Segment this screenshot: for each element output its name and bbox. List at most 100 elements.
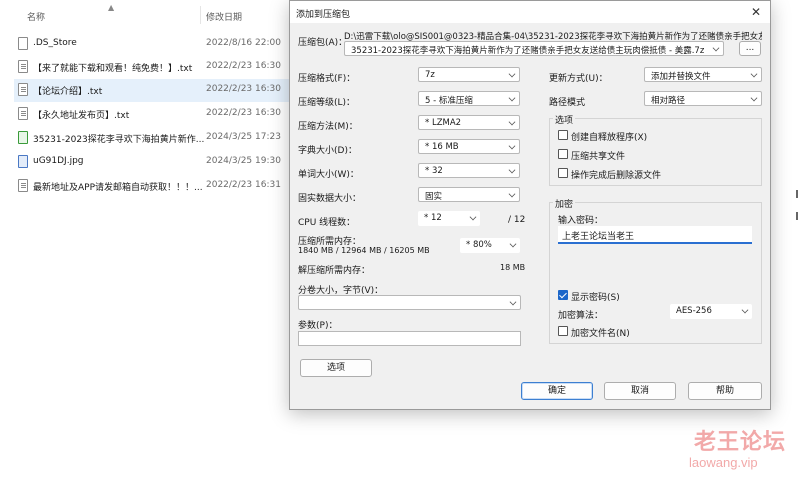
method-select[interactable]: * LZMA2 [418,115,520,130]
sfx-label: 创建自释放程序(X) [571,133,648,143]
solid-block-label: 固实数据大小： [298,194,362,204]
cancel-button[interactable]: 取消 [604,382,676,400]
path-mode-value: 相对路径 [651,96,686,106]
file-row[interactable]: .DS_Store 2022/8/16 22:00 [14,33,290,56]
shared-files-label: 压缩共享文件 [571,152,626,162]
path-mode-label: 路径模式 [549,98,586,108]
file-row[interactable]: uG91DJ.jpg 2024/3/25 19:30 [14,151,290,174]
chevron-down-icon [469,213,477,221]
chevron-down-icon [741,306,749,314]
update-mode-select[interactable]: 添加并替换文件 [644,67,762,82]
archive-label: 压缩包(A)： [298,38,348,48]
text-file-icon [18,83,28,96]
file-row[interactable]: 【来了就能下载和观看！纯免费！】.txt 2022/2/23 16:30 [14,56,290,79]
options-button[interactable]: 选项 [300,359,372,377]
compress-memory-detail: 1840 MB / 12964 MB / 16205 MB [298,246,430,255]
file-row[interactable]: 最新地址及APP请发邮箱自动获取！！！... 2022/2/23 16:31 [14,175,290,198]
file-date: 2022/8/16 22:00 [206,38,281,48]
update-mode-label: 更新方式(U)： [549,74,608,84]
encryption-method-select[interactable]: AES-256 [670,304,752,319]
sfx-checkbox[interactable] [558,130,568,140]
encryption-group-title: 加密 [553,197,576,210]
memory-usage-select[interactable]: * 80% [460,238,520,253]
file-name: 【永久地址发布页】.txt [33,111,130,121]
executable-icon [18,131,28,144]
file-name: 最新地址及APP请发邮箱自动获取！！！... [33,183,203,193]
dialog-title: 添加到压缩包 [296,10,351,20]
file-date: 2022/2/23 16:30 [206,61,281,71]
cpu-threads-select[interactable]: * 12 [418,211,480,226]
archive-filename-combo[interactable]: 35231-2023探花李寻欢下海拍黄片新作为了还赌债亲手把女友送给债主玩肉偿抵… [344,41,724,56]
side-panel-edge [770,0,800,478]
column-header-modified[interactable]: 修改日期 [206,10,242,23]
sort-up-icon[interactable]: ▲ [108,3,114,12]
format-value: 7z [425,70,435,80]
level-label: 压缩等级(L)： [298,98,356,108]
add-to-archive-dialog: 添加到压缩包 ✕ 压缩包(A)： D:\迅雷下载\olo@SIS001@0323… [289,0,771,410]
chevron-down-icon [750,70,758,78]
delete-after-label: 操作完成后删除源文件 [571,171,662,181]
dictionary-select[interactable]: * 16 MB [418,139,520,154]
delete-after-checkbox[interactable] [558,168,568,178]
options-group-title: 选项 [553,113,576,126]
ok-button[interactable]: 确定 [521,382,593,400]
file-date: 2022/2/23 16:30 [206,108,281,118]
file-date: 2024/3/25 19:30 [206,156,281,166]
file-icon [18,37,28,50]
column-divider[interactable] [200,6,201,24]
path-mode-select[interactable]: 相对路径 [644,91,762,106]
image-file-icon [18,155,28,168]
encrypt-filenames-label: 加密文件名(N) [571,329,630,339]
solid-block-select[interactable]: 固实 [418,187,520,202]
chevron-down-icon [750,94,758,102]
browse-button[interactable]: ... [739,41,761,56]
chevron-down-icon [508,94,516,102]
chevron-down-icon [508,142,516,150]
password-value: 上老王论坛当老王 [562,232,635,242]
file-row[interactable]: 35231-2023探花李寻欢下海拍黄片新作... 2024/3/25 17:2… [14,127,290,150]
text-file-icon [18,60,28,73]
chevron-down-icon [508,118,516,126]
dialog-titlebar[interactable]: 添加到压缩包 ✕ [290,1,770,23]
cpu-threads-value: * 12 [424,213,442,223]
dictionary-label: 字典大小(D)： [298,146,357,156]
shared-files-checkbox[interactable] [558,149,568,159]
file-name: .DS_Store [33,38,77,48]
show-password-checkbox[interactable] [558,290,568,300]
solid-block-value: 固实 [425,192,443,202]
chevron-down-icon [508,70,516,78]
chevron-down-icon [712,44,720,52]
password-input[interactable]: 上老王论坛当老王 [558,226,752,244]
encryption-method-value: AES-256 [676,306,712,316]
encrypt-filenames-checkbox[interactable] [558,326,568,336]
archive-filename: 35231-2023探花李寻欢下海拍黄片新作为了还赌债亲手把女友送给债主玩肉偿抵… [351,46,705,56]
split-volume-combo[interactable] [298,295,521,310]
text-file-icon [18,179,28,192]
file-date: 2022/2/23 16:31 [206,180,281,190]
file-date: 2022/2/23 16:30 [206,84,281,94]
encryption-method-label: 加密算法： [558,311,604,321]
file-row-selected[interactable]: 【论坛介绍】.txt 2022/2/23 16:30 [14,79,290,102]
close-icon[interactable]: ✕ [749,5,763,19]
file-name: 【来了就能下载和观看！纯免费！】.txt [33,64,193,74]
word-size-label: 单词大小(W)： [298,170,359,180]
level-select[interactable]: 5 - 标准压缩 [418,91,520,106]
format-label: 压缩格式(F)： [298,74,356,84]
decompress-memory-value: 18 MB [500,263,526,272]
format-select[interactable]: 7z [418,67,520,82]
file-row[interactable]: 【永久地址发布页】.txt 2022/2/23 16:30 [14,103,290,126]
column-header-name[interactable]: 名称 [27,10,45,23]
help-button[interactable]: 帮助 [688,382,762,400]
scroll-marker [796,212,798,220]
parameters-input[interactable] [298,331,521,346]
cpu-threads-label: CPU 线程数： [298,218,356,228]
decompress-memory-label: 解压缩所需内存： [298,266,371,276]
file-name: 【论坛介绍】.txt [33,87,103,97]
dictionary-value: * 16 MB [425,142,459,152]
level-value: 5 - 标准压缩 [425,96,473,106]
chevron-down-icon [508,166,516,174]
watermark-title: 老王论坛 [694,429,787,455]
file-date: 2024/3/25 17:23 [206,132,281,142]
text-file-icon [18,107,28,120]
word-size-select[interactable]: * 32 [418,163,520,178]
